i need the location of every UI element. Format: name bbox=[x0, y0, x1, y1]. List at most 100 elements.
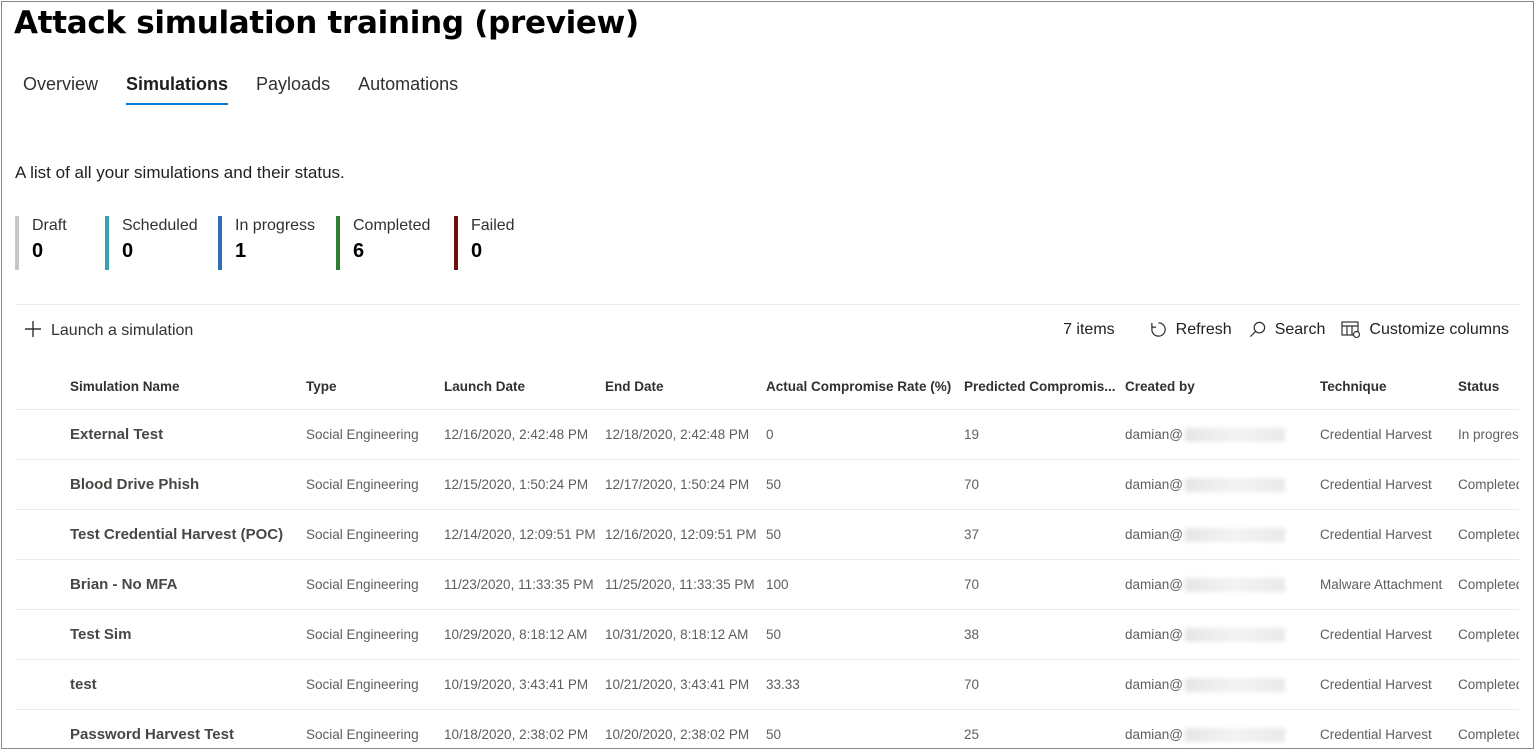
stat-failed: Failed 0 bbox=[454, 216, 534, 270]
type-cell: Social Engineering bbox=[306, 509, 444, 560]
created-by-cell: damian@ bbox=[1125, 709, 1320, 748]
status-cell: Completed bbox=[1458, 659, 1525, 710]
table-row[interactable]: Password Harvest Test Social Engineering… bbox=[15, 709, 1525, 748]
created-by-text: damian@ bbox=[1125, 576, 1183, 592]
tab-automations[interactable]: Automations bbox=[358, 74, 458, 105]
simulation-name[interactable]: Password Harvest Test bbox=[70, 709, 306, 748]
type-cell: Social Engineering bbox=[306, 609, 444, 660]
status-cell: Completed bbox=[1458, 509, 1525, 560]
technique-cell: Credential Harvest bbox=[1320, 609, 1458, 660]
column-header-created-by[interactable]: Created by bbox=[1125, 363, 1320, 410]
launch-date-cell: 11/23/2020, 11:33:35 PM bbox=[444, 559, 605, 610]
technique-cell: Credential Harvest bbox=[1320, 509, 1458, 560]
row-spacer bbox=[15, 659, 70, 710]
launch-simulation-button[interactable]: Launch a simulation bbox=[24, 319, 193, 343]
status-cell: Completed bbox=[1458, 609, 1525, 660]
launch-date-cell: 12/14/2020, 12:09:51 PM bbox=[444, 509, 605, 560]
stat-label: Completed bbox=[353, 217, 431, 234]
stat-value: 0 bbox=[122, 240, 134, 262]
created-by-cell: damian@ bbox=[1125, 609, 1320, 660]
redacted-domain bbox=[1184, 628, 1285, 643]
refresh-button[interactable]: Refresh bbox=[1149, 320, 1232, 339]
type-cell: Social Engineering bbox=[306, 709, 444, 748]
created-by-cell: damian@ bbox=[1125, 509, 1320, 560]
tab-simulations[interactable]: Simulations bbox=[126, 74, 229, 105]
created-by-cell: damian@ bbox=[1125, 559, 1320, 610]
redacted-domain bbox=[1184, 678, 1285, 693]
column-header-status[interactable]: Status bbox=[1458, 363, 1525, 410]
table-row[interactable]: Test Sim Social Engineering 10/29/2020, … bbox=[15, 609, 1525, 660]
actual-rate-cell: 50 bbox=[766, 509, 964, 560]
created-by-text: damian@ bbox=[1125, 476, 1183, 492]
simulation-name[interactable]: External Test bbox=[70, 409, 306, 460]
redacted-domain bbox=[1184, 578, 1285, 593]
technique-cell: Credential Harvest bbox=[1320, 459, 1458, 510]
type-cell: Social Engineering bbox=[306, 459, 444, 510]
launch-simulation-label: Launch a simulation bbox=[51, 322, 194, 339]
created-by-cell: damian@ bbox=[1125, 409, 1320, 460]
column-header-predicted-compromise[interactable]: Predicted Compromis... bbox=[964, 363, 1125, 410]
tab-bar: Overview Simulations Payloads Automation… bbox=[23, 74, 486, 105]
row-spacer bbox=[15, 509, 70, 560]
column-header-type[interactable]: Type bbox=[306, 363, 444, 410]
actual-rate-cell: 0 bbox=[766, 409, 964, 460]
actual-rate-cell: 33.33 bbox=[766, 659, 964, 710]
tab-payloads[interactable]: Payloads bbox=[256, 74, 330, 105]
launch-date-cell: 10/18/2020, 2:38:02 PM bbox=[444, 709, 605, 748]
created-by-text: damian@ bbox=[1125, 676, 1183, 692]
row-spacer bbox=[15, 459, 70, 510]
stat-label: Draft bbox=[32, 217, 67, 234]
tab-overview[interactable]: Overview bbox=[23, 74, 98, 105]
created-by-text: damian@ bbox=[1125, 526, 1183, 542]
simulation-name[interactable]: test bbox=[70, 659, 306, 710]
table-clip-edge bbox=[1519, 363, 1533, 748]
simulation-name[interactable]: Brian - No MFA bbox=[70, 559, 306, 610]
simulation-name[interactable]: Test Sim bbox=[70, 609, 306, 660]
simulation-name[interactable]: Blood Drive Phish bbox=[70, 459, 306, 510]
redacted-domain bbox=[1184, 528, 1285, 543]
stat-label: Failed bbox=[471, 217, 515, 234]
launch-date-cell: 12/15/2020, 1:50:24 PM bbox=[444, 459, 605, 510]
created-by-cell: damian@ bbox=[1125, 659, 1320, 710]
status-summary: Draft 0 Scheduled 0 In progress 1 Comple… bbox=[15, 216, 554, 270]
status-cell: Completed bbox=[1458, 459, 1525, 510]
stat-value: 0 bbox=[32, 240, 44, 262]
column-header-actual-compromise-rate[interactable]: Actual Compromise Rate (%) bbox=[766, 363, 964, 410]
stat-completed: Completed 6 bbox=[336, 216, 434, 270]
search-button[interactable]: Search bbox=[1248, 320, 1325, 339]
created-by-cell: damian@ bbox=[1125, 459, 1320, 510]
redacted-domain bbox=[1184, 428, 1285, 443]
technique-cell: Credential Harvest bbox=[1320, 409, 1458, 460]
end-date-cell: 12/18/2020, 2:42:48 PM bbox=[605, 409, 766, 460]
table-row[interactable]: Test Credential Harvest (POC) Social Eng… bbox=[15, 509, 1525, 560]
actual-rate-cell: 50 bbox=[766, 709, 964, 748]
end-date-cell: 10/31/2020, 8:18:12 AM bbox=[605, 609, 766, 660]
table-row[interactable]: External Test Social Engineering 12/16/2… bbox=[15, 409, 1525, 460]
table-row[interactable]: test Social Engineering 10/19/2020, 3:43… bbox=[15, 659, 1525, 710]
technique-cell: Malware Attachment bbox=[1320, 559, 1458, 610]
app-frame: Attack simulation training (preview) Ove… bbox=[1, 1, 1534, 749]
status-cell: In progress bbox=[1458, 409, 1525, 460]
plus-icon bbox=[24, 319, 42, 343]
refresh-icon bbox=[1150, 322, 1166, 337]
end-date-cell: 12/17/2020, 1:50:24 PM bbox=[605, 459, 766, 510]
predicted-rate-cell: 25 bbox=[964, 709, 1125, 748]
command-bar: 7 items Refresh Search Customize columns bbox=[1063, 320, 1509, 339]
table-row[interactable]: Brian - No MFA Social Engineering 11/23/… bbox=[15, 559, 1525, 610]
end-date-cell: 12/16/2020, 12:09:51 PM bbox=[605, 509, 766, 560]
launch-date-cell: 12/16/2020, 2:42:48 PM bbox=[444, 409, 605, 460]
column-header-end-date[interactable]: End Date bbox=[605, 363, 766, 410]
end-date-cell: 11/25/2020, 11:33:35 PM bbox=[605, 559, 766, 610]
column-header-technique[interactable]: Technique bbox=[1320, 363, 1458, 410]
column-header-simulation-name[interactable]: Simulation Name bbox=[70, 363, 306, 410]
stat-label: Scheduled bbox=[122, 217, 198, 234]
column-header-launch-date[interactable]: Launch Date bbox=[444, 363, 605, 410]
customize-columns-button[interactable]: Customize columns bbox=[1341, 321, 1509, 339]
predicted-rate-cell: 37 bbox=[964, 509, 1125, 560]
table-row[interactable]: Blood Drive Phish Social Engineering 12/… bbox=[15, 459, 1525, 510]
simulation-name[interactable]: Test Credential Harvest (POC) bbox=[70, 509, 306, 560]
stat-value: 6 bbox=[353, 240, 365, 262]
end-date-cell: 10/21/2020, 3:43:41 PM bbox=[605, 659, 766, 710]
actual-rate-cell: 50 bbox=[766, 609, 964, 660]
customize-columns-label: Customize columns bbox=[1369, 320, 1509, 338]
